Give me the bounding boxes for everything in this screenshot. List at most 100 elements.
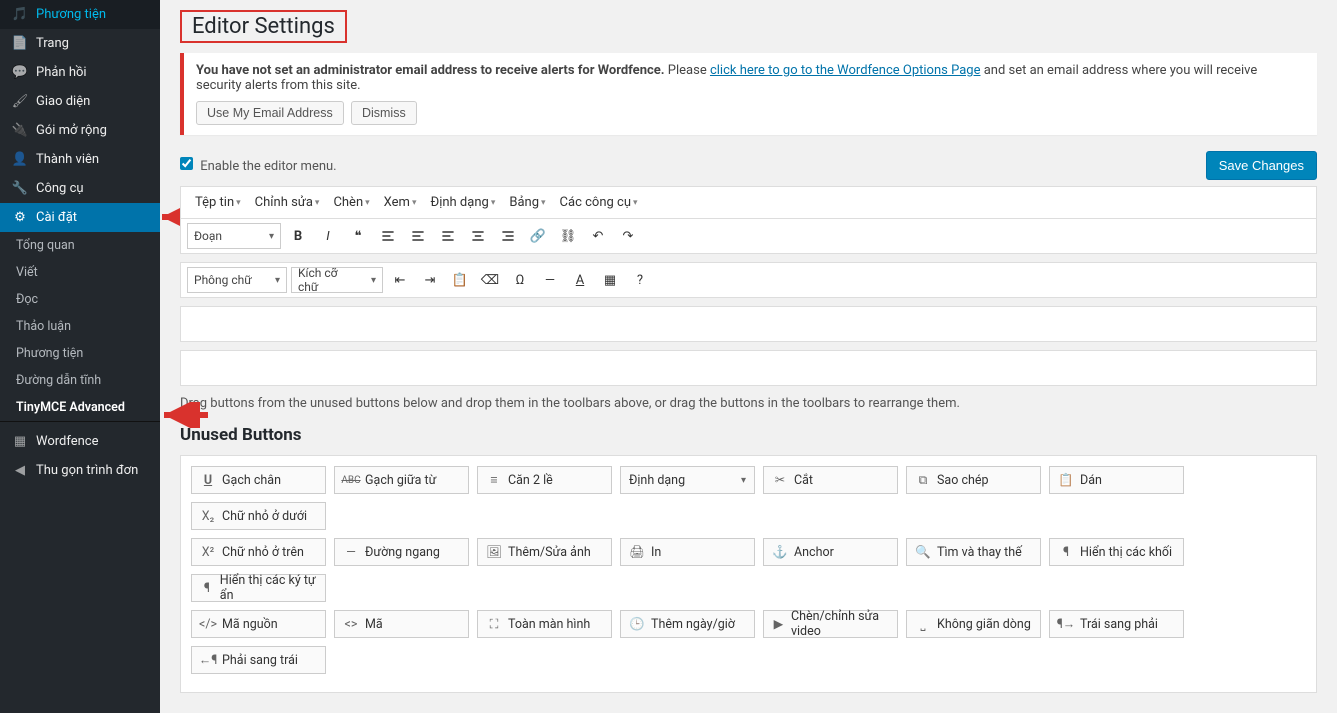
tb-textcolor[interactable]: A [567,267,593,293]
unused-gạch-giữa-từ[interactable]: ABCGạch giữa từ [334,466,469,494]
toolbar-row-3[interactable] [180,306,1317,342]
sidebar-label: Giao diện [36,94,90,109]
unused-gạch-chân[interactable]: UGạch chân [191,466,326,494]
unused-toàn-màn-hình[interactable]: ⛶Toàn màn hình [477,610,612,638]
link-icon: 🔗 [530,229,546,244]
unused-label: Hiển thị các khối [1080,545,1172,560]
unused-mã[interactable]: <>Mã [334,610,469,638]
unused-thêm-ngày-giờ[interactable]: 🕒Thêm ngày/giờ [620,610,755,638]
format-select[interactable]: Đoạn [187,223,281,249]
font-select[interactable]: Phông chữ [187,267,287,293]
unused-phải-sang-trái[interactable]: ←¶Phải sang trái [191,646,326,674]
tb-link[interactable]: 🔗 [525,223,551,249]
tb-italic[interactable]: I [315,223,341,249]
tb-ol[interactable] [405,223,431,249]
sidebar-item-trang[interactable]: 📄Trang [0,29,160,58]
blocks-icon: ¶ [1058,545,1074,560]
unused-label: Trái sang phải [1080,617,1158,632]
sidebar-item-công-cụ[interactable]: 🔧Công cụ [0,174,160,203]
sidebar-item-cài-đặt[interactable]: ⚙Cài đặt [0,203,160,232]
unused-in[interactable]: 🖨In [620,538,755,566]
sidebar-item-phản-hồi[interactable]: 💬Phản hồi [0,58,160,87]
menu-bảng[interactable]: Bảng▾ [503,191,551,214]
tb-ul[interactable] [375,223,401,249]
justify-icon: ≡ [486,473,502,488]
sidebar-item-thu-gọn-trình-đơn[interactable]: ◀Thu gọn trình đơn [0,456,160,485]
sidebar-sub-tinymce-advanced[interactable]: TinyMCE Advanced [0,394,160,421]
enable-menu-checkbox[interactable] [180,157,193,170]
fontsize-select[interactable]: Kích cỡ chữ [291,267,383,293]
sidebar-sub-phương-tiện[interactable]: Phương tiện [0,340,160,367]
unused-mã-nguồn[interactable]: </>Mã nguồn [191,610,326,638]
unused-đường-ngang[interactable]: —Đường ngang [334,538,469,566]
paste-icon: 📋 [1058,473,1074,488]
tb-blockquote[interactable]: ❝ [345,223,371,249]
tb-clear[interactable]: ⌫ [477,267,503,293]
tb-unlink[interactable]: ⛓ [555,223,581,249]
sidebar-item-thành-viên[interactable]: 👤Thành viên [0,145,160,174]
sidebar-sub-viết[interactable]: Viết [0,259,160,286]
unused-định-dạng[interactable]: Định dạng [620,466,755,494]
menu-xem[interactable]: Xem▾ [378,191,423,214]
hr-icon: — [343,545,359,560]
tb-align-right[interactable] [495,223,521,249]
tb-undo[interactable]: ↶ [585,223,611,249]
tb-outdent[interactable]: ⇤ [387,267,413,293]
sidebar-item-giao-diện[interactable]: 🖌Giao diện [0,87,160,116]
unused-label: Gạch chân [222,473,281,488]
tb-hr[interactable]: — [537,267,563,293]
sidebar-label: Phương tiện [36,7,106,22]
media-icon: 🎵 [10,7,30,22]
sidebar-item-phương-tiện[interactable]: 🎵 Phương tiện [0,0,160,29]
use-my-email-button[interactable]: Use My Email Address [196,101,344,125]
tb-help[interactable]: ? [627,267,653,293]
unused-không-giãn-dòng[interactable]: ⎵Không giãn dòng [906,610,1041,638]
unused-hiển-thị-các-ký-tự-ẩn[interactable]: ¶Hiển thị các ký tự ẩn [191,574,326,602]
tb-indent[interactable]: ⇥ [417,267,443,293]
tb-align-center[interactable] [465,223,491,249]
enable-menu-label[interactable]: Enable the editor menu. [180,159,337,174]
unused-anchor[interactable]: ⚓Anchor [763,538,898,566]
tb-omega[interactable]: Ω [507,267,533,293]
sidebar-item-wordfence[interactable]: ▦Wordfence [0,427,160,456]
unused-chữ-nhỏ-ở-trên[interactable]: X²Chữ nhỏ ở trên [191,538,326,566]
sidebar-sub-tổng-quan[interactable]: Tổng quan [0,232,160,259]
menu-chỉnh-sửa[interactable]: Chỉnh sửa▾ [249,191,326,214]
clock-icon: 🕒 [629,617,645,632]
sidebar-sub-thảo-luận[interactable]: Thảo luận [0,313,160,340]
unused-thêm-sửa-ảnh[interactable]: 🖼Thêm/Sửa ảnh [477,538,612,566]
unused-hiển-thị-các-khối[interactable]: ¶ Hiển thị các khối [1049,538,1184,566]
unused-dán[interactable]: 📋Dán [1049,466,1184,494]
unused-label: Gạch giữa từ [365,473,436,488]
sidebar-sub-đọc[interactable]: Đọc [0,286,160,313]
unused-cắt[interactable]: ✂Cắt [763,466,898,494]
unused-label: Phải sang trái [222,653,298,668]
admin-sidebar: 🎵 Phương tiện 📄Trang💬Phản hồi🖌Giao diện🔌Gó… [0,0,160,713]
sidebar-sub-đường-dẫn-tĩnh[interactable]: Đường dẫn tĩnh [0,367,160,394]
unused-label: Anchor [794,545,834,560]
sidebar-item-gói-mở-rộng[interactable]: 🔌Gói mở rộng [0,116,160,145]
unused-căn-2-lề[interactable]: ≡Căn 2 lề [477,466,612,494]
tb-redo[interactable]: ↷ [615,223,641,249]
tb-table[interactable]: ▦ [597,267,623,293]
menu-định-dạng[interactable]: Định dạng▾ [424,191,501,214]
bold-icon: B [294,229,302,244]
tb-align-left[interactable] [435,223,461,249]
menu-tệp-tin[interactable]: Tệp tin▾ [189,191,247,214]
toolbar-row-4[interactable] [180,350,1317,386]
unused-sao-chép[interactable]: ⧉Sao chép [906,466,1041,494]
unused-chữ-nhỏ-ở-dưới[interactable]: X₂Chữ nhỏ ở dưới [191,502,326,530]
dismiss-button[interactable]: Dismiss [351,101,417,125]
chevron-down-icon: ▾ [491,198,496,208]
menu-chèn[interactable]: Chèn▾ [327,191,375,214]
save-changes-button[interactable]: Save Changes [1206,151,1317,180]
notice-text: You have not set an administrator email … [196,63,1305,93]
unused-chèn-chỉnh-sửa-video[interactable]: ▶Chèn/chỉnh sửa video [763,610,898,638]
tb-paste[interactable]: 📋 [447,267,473,293]
unused-tìm-và-thay-thế[interactable]: 🔍Tìm và thay thế [906,538,1041,566]
wordfence-options-link[interactable]: click here to go to the Wordfence Option… [710,63,981,78]
unused-trái-sang-phải[interactable]: ¶→Trái sang phải [1049,610,1184,638]
tools-icon: 🔧 [10,181,30,196]
menu-các-công-cụ[interactable]: Các công cụ▾ [554,191,644,214]
tb-bold[interactable]: B [285,223,311,249]
